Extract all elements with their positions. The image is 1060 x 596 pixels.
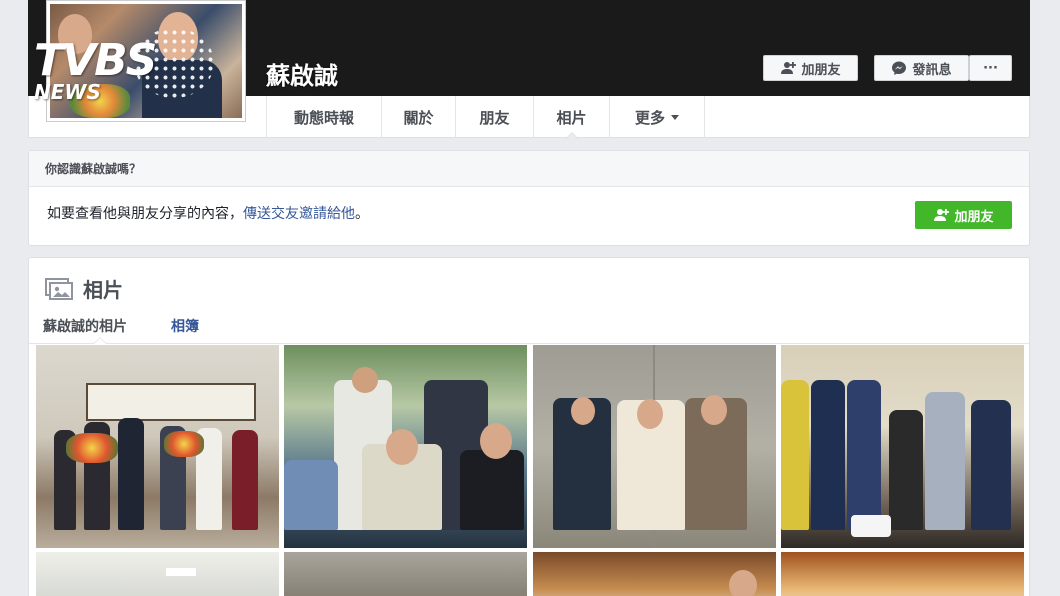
subtab-albums[interactable]: 相簿 xyxy=(171,316,199,336)
do-you-know-body: 如要查看他與朋友分享的內容，傳送交友邀請給他。 加朋友 xyxy=(29,187,1029,245)
photos-subtabs: 蘇啟誠的相片 相簿 xyxy=(29,312,1029,344)
person xyxy=(847,380,881,530)
photo-thumbnail[interactable] xyxy=(36,552,279,596)
tab-more[interactable]: 更多 xyxy=(609,96,705,138)
tab-friends[interactable]: 朋友 xyxy=(455,96,533,138)
table-items xyxy=(851,515,891,537)
ceiling-light xyxy=(166,568,196,576)
tab-about[interactable]: 關於 xyxy=(381,96,455,138)
chevron-down-icon xyxy=(671,114,679,120)
photo-thumbnail[interactable] xyxy=(284,345,527,548)
person xyxy=(118,418,144,530)
person-head xyxy=(571,397,595,425)
tab-timeline[interactable]: 動態時報 xyxy=(266,96,381,138)
person xyxy=(781,380,809,530)
person xyxy=(971,400,1011,530)
active-subtab-indicator xyxy=(93,337,107,344)
photos-header: 相片 xyxy=(45,274,123,303)
person-head xyxy=(701,395,727,425)
do-you-know-title: 你認識蘇啟誠嗎？ xyxy=(29,151,1029,187)
tvbs-news-watermark: TVBS NEWS xyxy=(34,28,214,102)
calligraphy-banner xyxy=(86,383,256,421)
profile-name[interactable]: 蘇啟誠 xyxy=(266,56,338,91)
photo-thumbnail[interactable] xyxy=(781,552,1024,596)
add-friend-label: 加朋友 xyxy=(801,62,841,78)
tab-photos-label: 相片 xyxy=(556,108,587,127)
add-friend-button[interactable]: 加朋友 xyxy=(763,55,858,81)
person xyxy=(284,460,338,530)
tab-more-label: 更多 xyxy=(634,108,665,127)
flower-bouquet xyxy=(66,433,118,463)
person xyxy=(925,392,965,530)
send-friend-request-link[interactable]: 傳送交友邀請給他 xyxy=(243,206,355,222)
person-head xyxy=(352,367,378,393)
person-head xyxy=(637,399,663,429)
tab-about-label: 關於 xyxy=(403,108,434,127)
more-options-icon: ··· xyxy=(983,60,998,76)
person xyxy=(232,430,258,530)
person-head xyxy=(480,423,512,459)
photo-thumbnail[interactable] xyxy=(533,345,776,548)
person xyxy=(889,410,923,530)
more-options-button[interactable]: ··· xyxy=(969,55,1012,81)
add-friend-icon xyxy=(934,209,950,221)
do-you-know-text: 如要查看他與朋友分享的內容，傳送交友邀請給他。 xyxy=(47,203,369,223)
flower-bouquet xyxy=(164,431,204,457)
person-head xyxy=(386,429,418,465)
add-friend-icon xyxy=(781,62,797,74)
do-you-know-card: 你認識蘇啟誠嗎？ 如要查看他與朋友分享的內容，傳送交友邀請給他。 加朋友 xyxy=(28,150,1030,246)
subtab-user-photos[interactable]: 蘇啟誠的相片 xyxy=(43,316,127,336)
send-message-button[interactable]: 發訊息 xyxy=(874,55,969,81)
tab-timeline-label: 動態時報 xyxy=(293,108,354,127)
photos-title: 相片 xyxy=(83,278,123,302)
do-you-know-tail: 。 xyxy=(355,206,369,222)
photo-thumbnail[interactable] xyxy=(533,552,776,596)
person xyxy=(811,380,845,530)
active-tab-indicator xyxy=(564,132,579,139)
add-friend-green-button[interactable]: 加朋友 xyxy=(915,201,1012,229)
photo-thumbnail[interactable] xyxy=(284,552,527,596)
messenger-icon xyxy=(892,61,907,75)
photo-thumbnail[interactable] xyxy=(36,345,279,548)
person-head xyxy=(729,570,757,596)
photos-icon xyxy=(45,277,73,300)
send-message-label: 發訊息 xyxy=(912,62,952,78)
tab-photos[interactable]: 相片 xyxy=(533,96,609,139)
tab-friends-label: 朋友 xyxy=(479,108,510,127)
add-friend-green-label: 加朋友 xyxy=(954,209,994,225)
person xyxy=(460,450,524,530)
photos-section: 相片 蘇啟誠的相片 相簿 xyxy=(28,257,1030,596)
photo-thumbnail[interactable] xyxy=(781,345,1024,548)
watermark-dots xyxy=(134,28,214,98)
do-you-know-message: 如要查看他與朋友分享的內容， xyxy=(47,206,243,222)
